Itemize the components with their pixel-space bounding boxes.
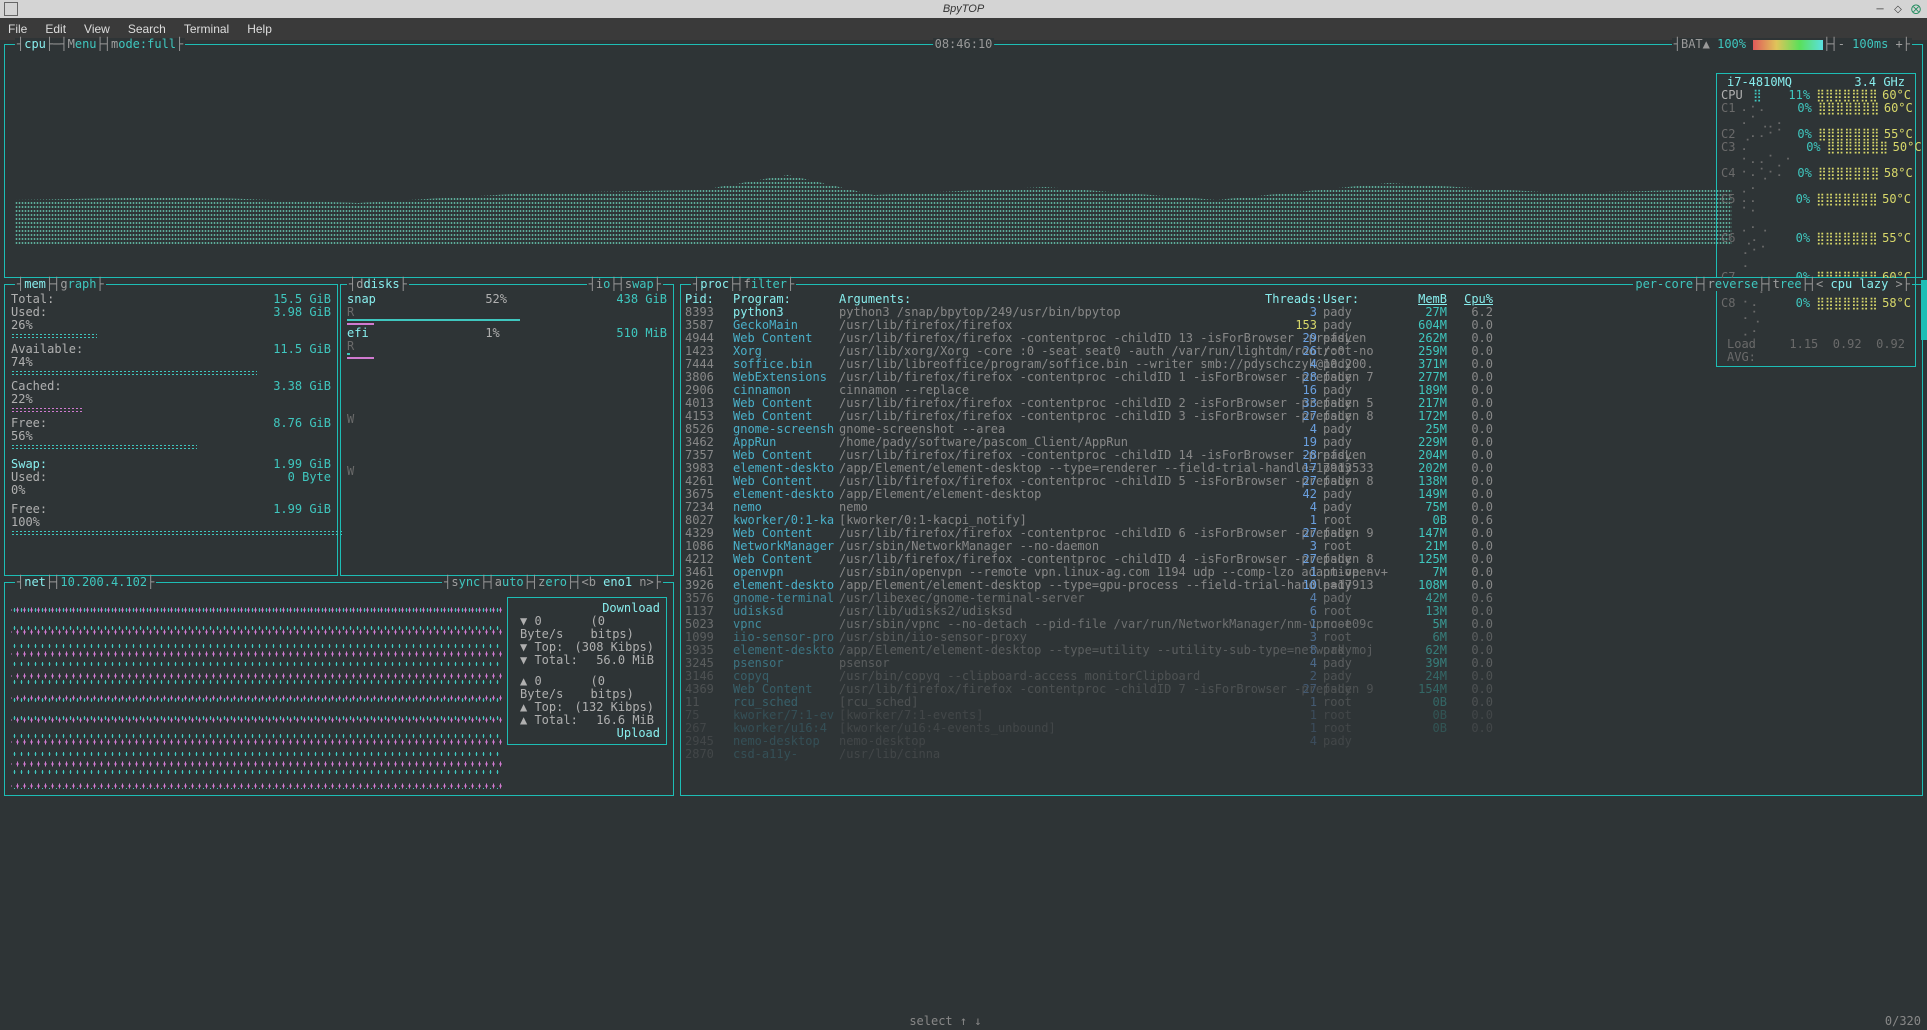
proc-row[interactable]: 75kworker/7:1-ev[kworker/7:1-events] 1 r… <box>681 709 1922 722</box>
menu-help[interactable]: Help <box>247 22 272 36</box>
cpu-graph <box>15 145 1732 245</box>
net-graph <box>11 597 503 789</box>
disks-box-label[interactable]: ┤ddisks├ <box>347 278 409 291</box>
menu-search[interactable]: Search <box>128 22 166 36</box>
maximize-icon[interactable]: ◇ <box>1891 2 1905 16</box>
mem-used-val: 3.98 GiB <box>273 306 331 319</box>
proc-row[interactable]: 2906cinnamoncinnamon --replace 16 pady18… <box>681 384 1922 397</box>
proc-row[interactable]: 4013Web Content/usr/lib/firefox/firefox … <box>681 397 1922 410</box>
proc-row[interactable]: 4944Web Content/usr/lib/firefox/firefox … <box>681 332 1922 345</box>
proc-row[interactable]: 7357Web Content/usr/lib/firefox/firefox … <box>681 449 1922 462</box>
proc-row[interactable]: 8526gnome-screenshgnome-screenshot --are… <box>681 423 1922 436</box>
col-args[interactable]: Arguments: <box>839 293 1259 306</box>
proc-row[interactable]: 3587GeckoMain/usr/lib/firefox/firefox 15… <box>681 319 1922 332</box>
proc-header[interactable]: Pid: Program: Arguments: Threads: User: … <box>681 293 1922 306</box>
proc-row[interactable]: 1423Xorg/usr/lib/xorg/Xorg -core :0 -sea… <box>681 345 1922 358</box>
proc-row[interactable]: 4212Web Content/usr/lib/firefox/firefox … <box>681 553 1922 566</box>
col-pid[interactable]: Pid: <box>685 293 727 306</box>
mem-cached-val: 3.38 GiB <box>273 380 331 393</box>
proc-row[interactable]: 8393python3python3 /snap/bpytop/249/usr/… <box>681 306 1922 319</box>
col-cpu[interactable]: Cpu% <box>1453 293 1493 306</box>
proc-row[interactable]: 1086NetworkManager/usr/sbin/NetworkManag… <box>681 540 1922 553</box>
proc-row[interactable]: 4369Web Content/usr/lib/firefox/firefox … <box>681 683 1922 696</box>
clock: 08:46:10 <box>933 38 995 51</box>
mem-avail-val: 11.5 GiB <box>273 343 331 356</box>
proc-row[interactable]: 3926element-deskto/app/Element/element-d… <box>681 579 1922 592</box>
proc-row[interactable]: 3462AppRun/home/pady/software/pascom_Cli… <box>681 436 1922 449</box>
swap-free-pct: 100% <box>11 516 40 529</box>
mem-pane: ┤mem├┤graph├ Total:15.5 GiB Used:3.98 Gi… <box>4 284 338 576</box>
proc-opts[interactable]: per-core├┤reverse├┤tree├┤< cpu lazy >├ <box>1633 278 1912 291</box>
cpu-pane: ┤cpu├─┤Menu├┤mode:full├ 08:46:10 ┤BAT▲ 1… <box>4 44 1923 278</box>
menu-view[interactable]: View <box>84 22 110 36</box>
footer-position: 0/320 <box>1885 1015 1921 1028</box>
footer-select[interactable]: select ↑ ↓ <box>909 1015 981 1028</box>
mem-used-pct: 26% <box>11 319 33 332</box>
swap-used-pct: 0% <box>11 484 25 497</box>
net-box-label: ┤net├┤10.200.4.102├ <box>15 576 156 589</box>
proc-row[interactable]: 3935element-deskto/app/Element/element-d… <box>681 644 1922 657</box>
col-threads[interactable]: Threads: <box>1265 293 1317 306</box>
mem-avail-pct: 74% <box>11 356 33 369</box>
proc-row[interactable]: 3675element-deskto/app/Element/element-d… <box>681 488 1922 501</box>
battery-gradient-icon <box>1753 40 1823 50</box>
proc-row[interactable]: 3806WebExtensions/usr/lib/firefox/firefo… <box>681 371 1922 384</box>
proc-row[interactable]: 8027kworker/0:1-ka[kworker/0:1-kacpi_not… <box>681 514 1922 527</box>
proc-row[interactable]: 5023vpnc/usr/sbin/vpnc --no-detach --pid… <box>681 618 1922 631</box>
proc-row[interactable]: 4153Web Content/usr/lib/firefox/firefox … <box>681 410 1922 423</box>
proc-row[interactable]: 3146copyq/usr/bin/copyq --clipboard-acce… <box>681 670 1922 683</box>
col-memb[interactable]: MemB <box>1399 293 1447 306</box>
proc-pane: ┤proc├┤filter├ per-core├┤reverse├┤tree├┤… <box>680 284 1923 796</box>
proc-row[interactable]: 7444soffice.bin/usr/lib/libreoffice/prog… <box>681 358 1922 371</box>
proc-row[interactable]: 2945nemo-desktopnemo-desktop 4 pady <box>681 735 1922 748</box>
proc-row[interactable]: 4329Web Content/usr/lib/firefox/firefox … <box>681 527 1922 540</box>
proc-row[interactable]: 11rcu_sched[rcu_sched] 1 root0B 0.0 <box>681 696 1922 709</box>
proc-row[interactable]: 3461openvpn/usr/sbin/openvpn --remote vp… <box>681 566 1922 579</box>
minimize-icon[interactable]: ─ <box>1873 2 1887 16</box>
menu-edit[interactable]: Edit <box>45 22 66 36</box>
swap-used-val: 0 Byte <box>288 471 331 484</box>
close-icon[interactable]: ⨂ <box>1909 2 1923 16</box>
proc-box-label[interactable]: ┤proc├┤filter├ <box>691 278 796 291</box>
proc-row[interactable]: 3983element-deskto/app/Element/element-d… <box>681 462 1922 475</box>
window-titlebar: BpyTOP ─ ◇ ⨂ <box>0 0 1927 18</box>
proc-row[interactable]: 267kworker/u16:4[kworker/u16:4-events_un… <box>681 722 1922 735</box>
window-menu-icon[interactable] <box>4 2 18 16</box>
disks-pane: ┤ddisks├ ┤io├┤swap├ snap52%438 GiB R efi… <box>340 284 674 576</box>
proc-row[interactable]: 7234nemonemo 4 pady75M 0.0 <box>681 501 1922 514</box>
mem-free-val: 8.76 GiB <box>273 417 331 430</box>
menu-file[interactable]: File <box>8 22 27 36</box>
proc-row[interactable]: 3245psensorpsensor 4 pady39M 0.0 <box>681 657 1922 670</box>
menu-terminal[interactable]: Terminal <box>184 22 229 36</box>
upload-title: Upload <box>514 727 660 740</box>
mem-cached-pct: 22% <box>11 393 33 406</box>
mem-free-pct: 56% <box>11 430 33 443</box>
mem-box-label[interactable]: ┤mem├┤graph├ <box>15 278 106 291</box>
col-user[interactable]: User: <box>1323 293 1393 306</box>
proc-row[interactable]: 1137udisksd/usr/lib/udisks2/udisksd 6 ro… <box>681 605 1922 618</box>
proc-row[interactable]: 2870csd-a11y-/usr/lib/cinna <box>681 748 1922 761</box>
disks-opts[interactable]: ┤io├┤swap├ <box>587 278 663 291</box>
scrollbar-thumb[interactable] <box>1921 280 1927 340</box>
net-pane: ┤net├┤10.200.4.102├ ┤sync├┤auto├┤zero├┤<… <box>4 582 674 796</box>
net-opts[interactable]: ┤sync├┤auto├┤zero├┤<b eno1 n>├ <box>442 576 663 589</box>
window-title: BpyTOP <box>943 3 984 15</box>
cpu-box-label[interactable]: ┤cpu├─┤Menu├┤mode:full├ <box>15 38 185 51</box>
proc-row[interactable]: 1099iio-sensor-pro/usr/sbin/iio-sensor-p… <box>681 631 1922 644</box>
proc-row[interactable]: 3576gnome-terminal/usr/libexec/gnome-ter… <box>681 592 1922 605</box>
footer: select ↑ ↓ 0/320 <box>6 1015 1921 1028</box>
col-program[interactable]: Program: <box>733 293 833 306</box>
swap-free-val: 1.99 GiB <box>273 503 331 516</box>
proc-row[interactable]: 4261Web Content/usr/lib/firefox/firefox … <box>681 475 1922 488</box>
topbar-right[interactable]: ┤BAT▲ 100% ├┤- 100ms +├ <box>1672 38 1912 51</box>
net-stats-box: Download ▼ 0 Byte/s(0 bitps) ▼ Top:(308 … <box>507 597 667 745</box>
